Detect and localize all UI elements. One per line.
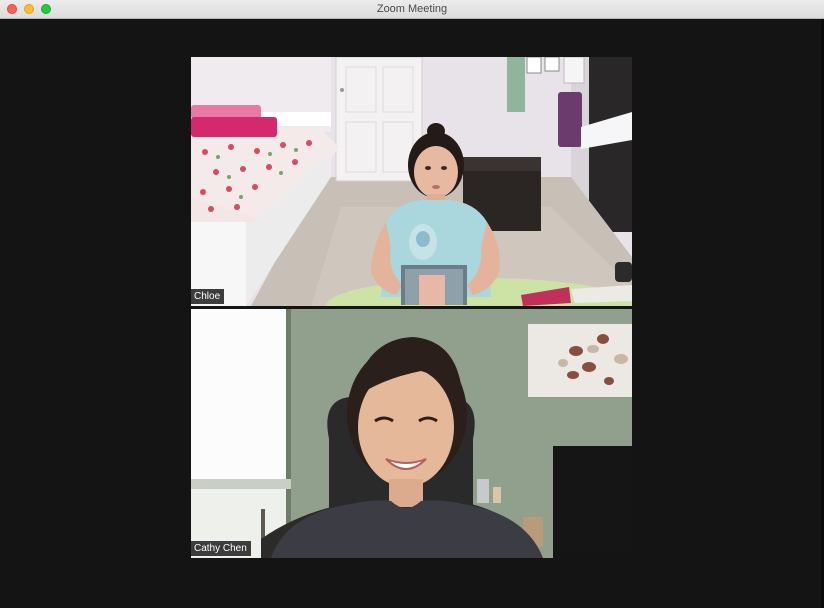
participant-name-cathy-chen: Cathy Chen [191, 541, 251, 556]
video-feed-cathy-chen [191, 309, 632, 558]
zoom-window: Zoom Meeting Chloe Cathy Chen [0, 0, 824, 608]
title-bar[interactable]: Zoom Meeting [0, 0, 824, 19]
video-tile-chloe[interactable]: Chloe [191, 57, 632, 306]
video-feed-chloe [191, 57, 632, 306]
participant-name-chloe: Chloe [191, 289, 225, 304]
video-tile-cathy-chen[interactable]: Cathy Chen [191, 309, 632, 558]
window-title: Zoom Meeting [376, 3, 448, 15]
